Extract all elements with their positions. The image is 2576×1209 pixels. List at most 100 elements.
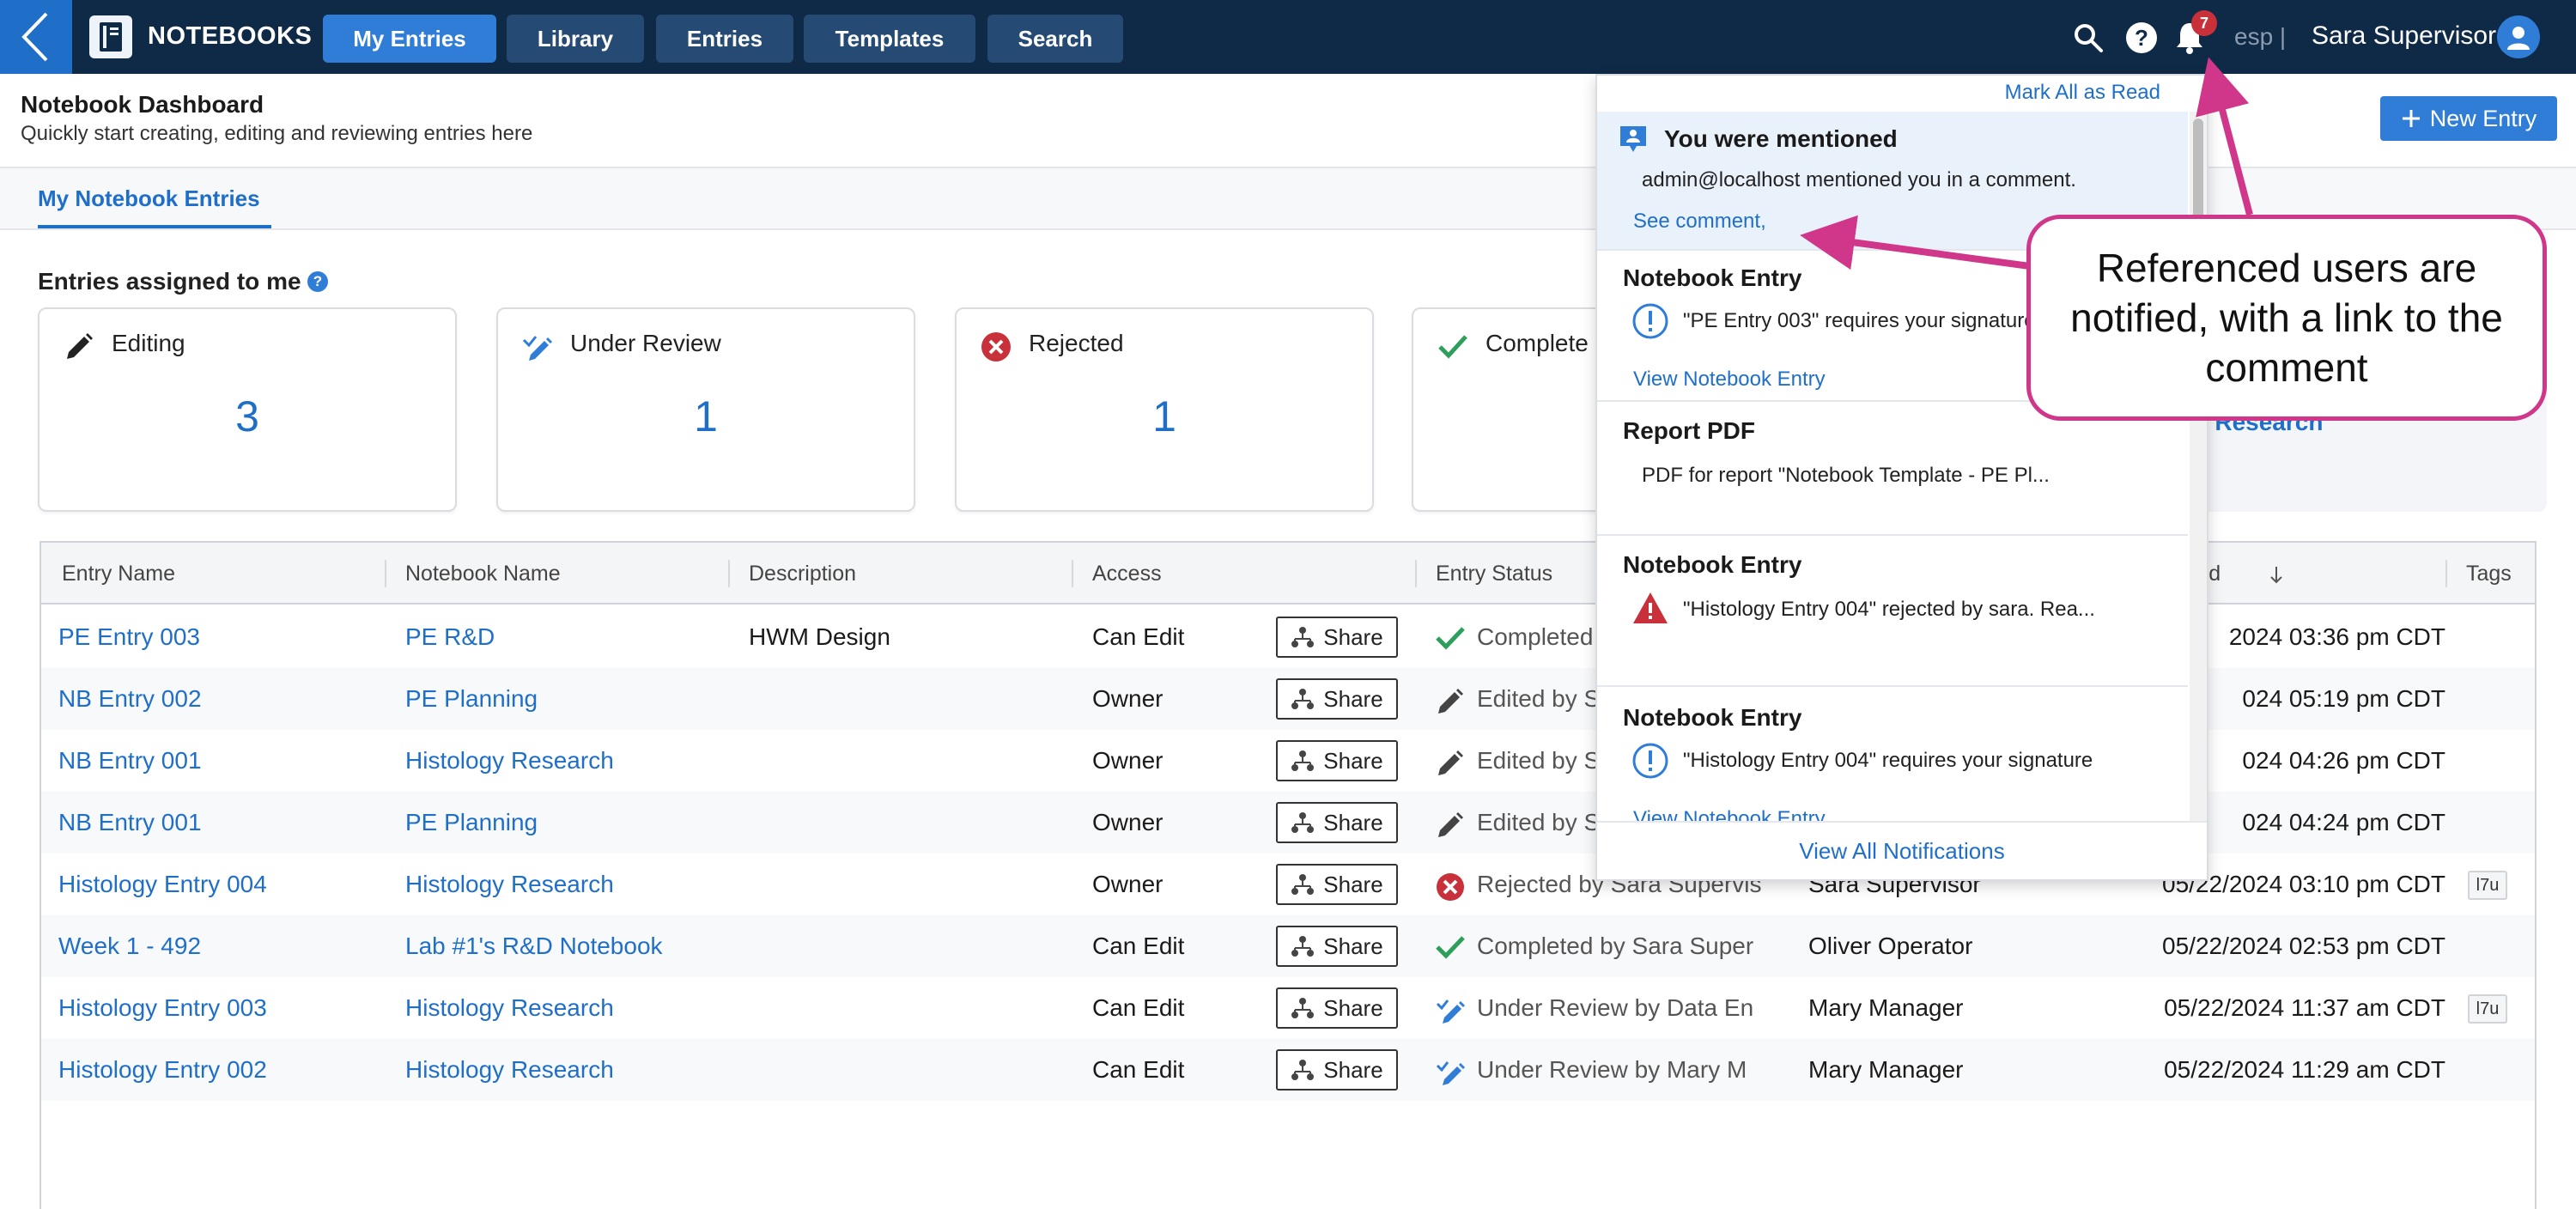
nav-tab-templates[interactable]: Templates <box>804 15 975 63</box>
last-updated: 05/22/2024 11:37 am CDT <box>2164 994 2445 1021</box>
question-icon[interactable]: ? <box>307 271 328 292</box>
check-icon <box>1438 335 1467 359</box>
share-label: Share <box>1323 933 1383 959</box>
notebook-name-link[interactable]: PE Planning <box>405 809 723 836</box>
entry-name-link[interactable]: Week 1 - 492 <box>58 933 385 960</box>
share-button[interactable]: Share <box>1276 987 1398 1029</box>
entry-name-link[interactable]: PE Entry 003 <box>58 623 385 651</box>
share-icon <box>1291 998 1315 1018</box>
table-row[interactable]: Histology Entry 003 Histology Research Can… <box>41 977 2535 1039</box>
stat-count: 1 <box>694 392 718 440</box>
entry-access: Owner <box>1092 809 1163 835</box>
back-button[interactable] <box>0 0 72 74</box>
share-icon <box>1291 1060 1315 1080</box>
nav-tab-search[interactable]: Search <box>987 15 1123 63</box>
user-avatar[interactable] <box>2497 15 2540 58</box>
entry-name-link[interactable]: NB Entry 002 <box>58 685 385 713</box>
notification-item-signature[interactable]: Notebook Entry "Histology Entry 004" req… <box>1597 687 2188 821</box>
share-button[interactable]: Share <box>1276 864 1398 905</box>
entry-access: Can Edit <box>1092 933 1185 959</box>
tag-chip[interactable]: l7u <box>2468 871 2507 900</box>
entry-name-link[interactable]: Histology Entry 003 <box>58 994 385 1022</box>
share-button[interactable]: Share <box>1276 926 1398 967</box>
notification-text: admin@localhost mentioned you in a comme… <box>1642 168 2076 191</box>
entry-name-link[interactable]: Histology Entry 004 <box>58 871 385 898</box>
entry-name-link[interactable]: NB Entry 001 <box>58 747 385 775</box>
help-icon[interactable]: ? <box>2124 21 2159 55</box>
warning-icon <box>1633 592 1668 623</box>
share-button[interactable]: Share <box>1276 802 1398 843</box>
check-icon <box>1436 934 1465 960</box>
search-icon[interactable] <box>2073 22 2104 53</box>
stat-card-under-review[interactable]: Under Review 1 <box>496 307 915 512</box>
notification-title: Notebook Entry <box>1623 264 1802 291</box>
stat-label: Rejected <box>1029 330 1124 356</box>
view-notebook-entry-link[interactable]: View Notebook Entry <box>1633 807 1826 821</box>
stat-card-editing[interactable]: Editing 3 <box>38 307 457 512</box>
share-button[interactable]: Share <box>1276 740 1398 781</box>
notebook-name-link[interactable]: PE Planning <box>405 685 723 713</box>
share-button[interactable]: Share <box>1276 1049 1398 1091</box>
share-label: Share <box>1323 623 1383 650</box>
nav-tab-entries[interactable]: Entries <box>656 15 793 63</box>
review-pencil-icon <box>1436 996 1468 1025</box>
tab-my-notebook-entries[interactable]: My Notebook Entries <box>38 185 260 212</box>
notification-title: Report PDF <box>1623 417 1755 444</box>
see-comment-link[interactable]: See comment, <box>1633 210 1766 234</box>
language-selector[interactable]: esp | <box>2234 23 2286 51</box>
notebook-name-link[interactable]: Histology Research <box>405 1056 723 1084</box>
notebook-name-link[interactable]: PE R&D <box>405 623 723 651</box>
callout-annotation: Referenced users are notified, with a li… <box>2026 215 2547 421</box>
table-row[interactable]: Week 1 - 492 Lab #1's R&D Notebook Can Edi… <box>41 915 2535 977</box>
column-description[interactable]: Description <box>749 562 856 586</box>
share-icon <box>1291 750 1315 771</box>
user-name[interactable]: Sara Supervisor <box>2312 21 2496 51</box>
top-bar: NOTEBOOKS My Entries Library Entries Tem… <box>0 0 2576 74</box>
nav-tab-library[interactable]: Library <box>507 15 644 63</box>
notebook-name-link[interactable]: Lab #1's R&D Notebook <box>405 933 723 960</box>
notification-item-report-pdf[interactable]: Report PDF PDF for report "Notebook Temp… <box>1597 402 2188 536</box>
view-all-notifications-link[interactable]: View All Notifications <box>1597 838 2207 865</box>
assigned-section-title: Entries assigned to me <box>38 268 301 295</box>
info-alert-icon <box>1632 303 1668 339</box>
column-access[interactable]: Access <box>1092 562 1162 586</box>
mark-all-read-link[interactable]: Mark All as Read <box>2005 81 2160 105</box>
column-notebook-name[interactable]: Notebook Name <box>405 562 561 586</box>
share-button[interactable]: Share <box>1276 617 1398 658</box>
column-tags[interactable]: Tags <box>2466 562 2512 586</box>
panel-divider <box>1597 821 2207 823</box>
stat-card-rejected[interactable]: Rejected 1 <box>955 307 1374 512</box>
entry-name-link[interactable]: Histology Entry 002 <box>58 1056 385 1084</box>
tag-chip[interactable]: l7u <box>2468 994 2507 1024</box>
share-label: Share <box>1323 994 1383 1021</box>
page-title: Notebook Dashboard <box>21 91 264 118</box>
notebook-name-link[interactable]: Histology Research <box>405 994 723 1022</box>
share-icon <box>1291 689 1315 709</box>
column-entry-status[interactable]: Entry Status <box>1436 562 1552 586</box>
entry-name-link[interactable]: NB Entry 001 <box>58 809 385 836</box>
column-separator <box>385 560 386 587</box>
new-entry-button[interactable]: New Entry <box>2380 96 2557 141</box>
notification-item-rejected[interactable]: Notebook Entry "Histology Entry 004" rej… <box>1597 536 2188 687</box>
stat-label: Complete <box>1485 330 1589 356</box>
nav-tab-my-entries[interactable]: My Entries <box>323 15 496 63</box>
entry-status: Under Review by Mary M <box>1477 1056 1747 1083</box>
pencil-icon <box>1436 749 1465 778</box>
sort-desc-icon[interactable] <box>2269 565 2284 586</box>
notebook-name-link[interactable]: Histology Research <box>405 747 723 775</box>
assigned-user: Mary Manager <box>1808 994 1964 1021</box>
table-row[interactable]: Histology Entry 002 Histology Research Can… <box>41 1039 2535 1101</box>
column-entry-name[interactable]: Entry Name <box>62 562 175 586</box>
share-icon <box>1291 812 1315 833</box>
share-icon <box>1291 936 1315 957</box>
notebook-logo-icon <box>89 15 132 58</box>
x-circle-icon <box>981 332 1011 361</box>
mention-icon <box>1620 126 1646 152</box>
notification-title: Notebook Entry <box>1623 704 1802 731</box>
page-subtitle: Quickly start creating, editing and revi… <box>21 122 533 145</box>
share-icon <box>1291 874 1315 895</box>
notebook-name-link[interactable]: Histology Research <box>405 871 723 898</box>
x-circle-icon <box>1436 872 1465 902</box>
view-notebook-entry-link[interactable]: View Notebook Entry <box>1633 368 1826 392</box>
share-button[interactable]: Share <box>1276 678 1398 720</box>
